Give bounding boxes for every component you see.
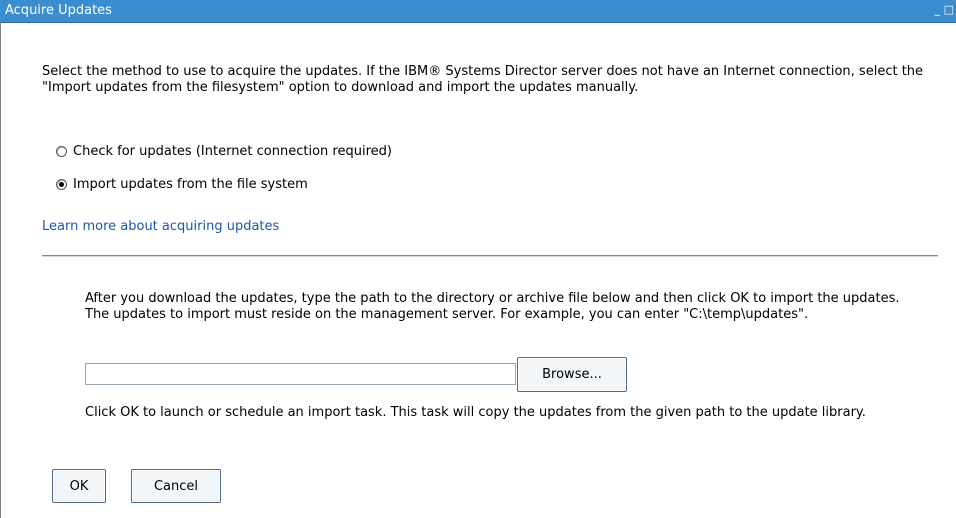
intro-text: Select the method to use to acquire the … <box>42 64 924 95</box>
import-instructions: After you download the updates, type the… <box>85 291 900 322</box>
launch-note: Click OK to launch or schedule an import… <box>85 405 866 420</box>
import-filesystem-label[interactable]: Import updates from the file system <box>73 177 308 192</box>
path-input[interactable] <box>85 363 516 385</box>
browse-button[interactable]: Browse... <box>517 357 627 392</box>
option-import-from-filesystem[interactable]: Import updates from the file system <box>56 177 308 192</box>
window-controls[interactable]: _ □ <box>935 3 954 16</box>
ok-button[interactable]: OK <box>52 469 106 503</box>
import-filesystem-radio[interactable] <box>56 179 67 190</box>
window-titlebar: Acquire Updates _ □ <box>0 0 956 23</box>
cancel-button[interactable]: Cancel <box>131 469 221 503</box>
learn-more-link[interactable]: Learn more about acquiring updates <box>42 219 279 234</box>
window-title: Acquire Updates <box>5 3 112 18</box>
check-updates-label[interactable]: Check for updates (Internet connection r… <box>73 144 392 159</box>
check-updates-radio[interactable] <box>56 146 67 157</box>
option-check-for-updates[interactable]: Check for updates (Internet connection r… <box>56 144 392 159</box>
section-divider <box>42 255 938 257</box>
window-frame-left <box>0 22 1 518</box>
